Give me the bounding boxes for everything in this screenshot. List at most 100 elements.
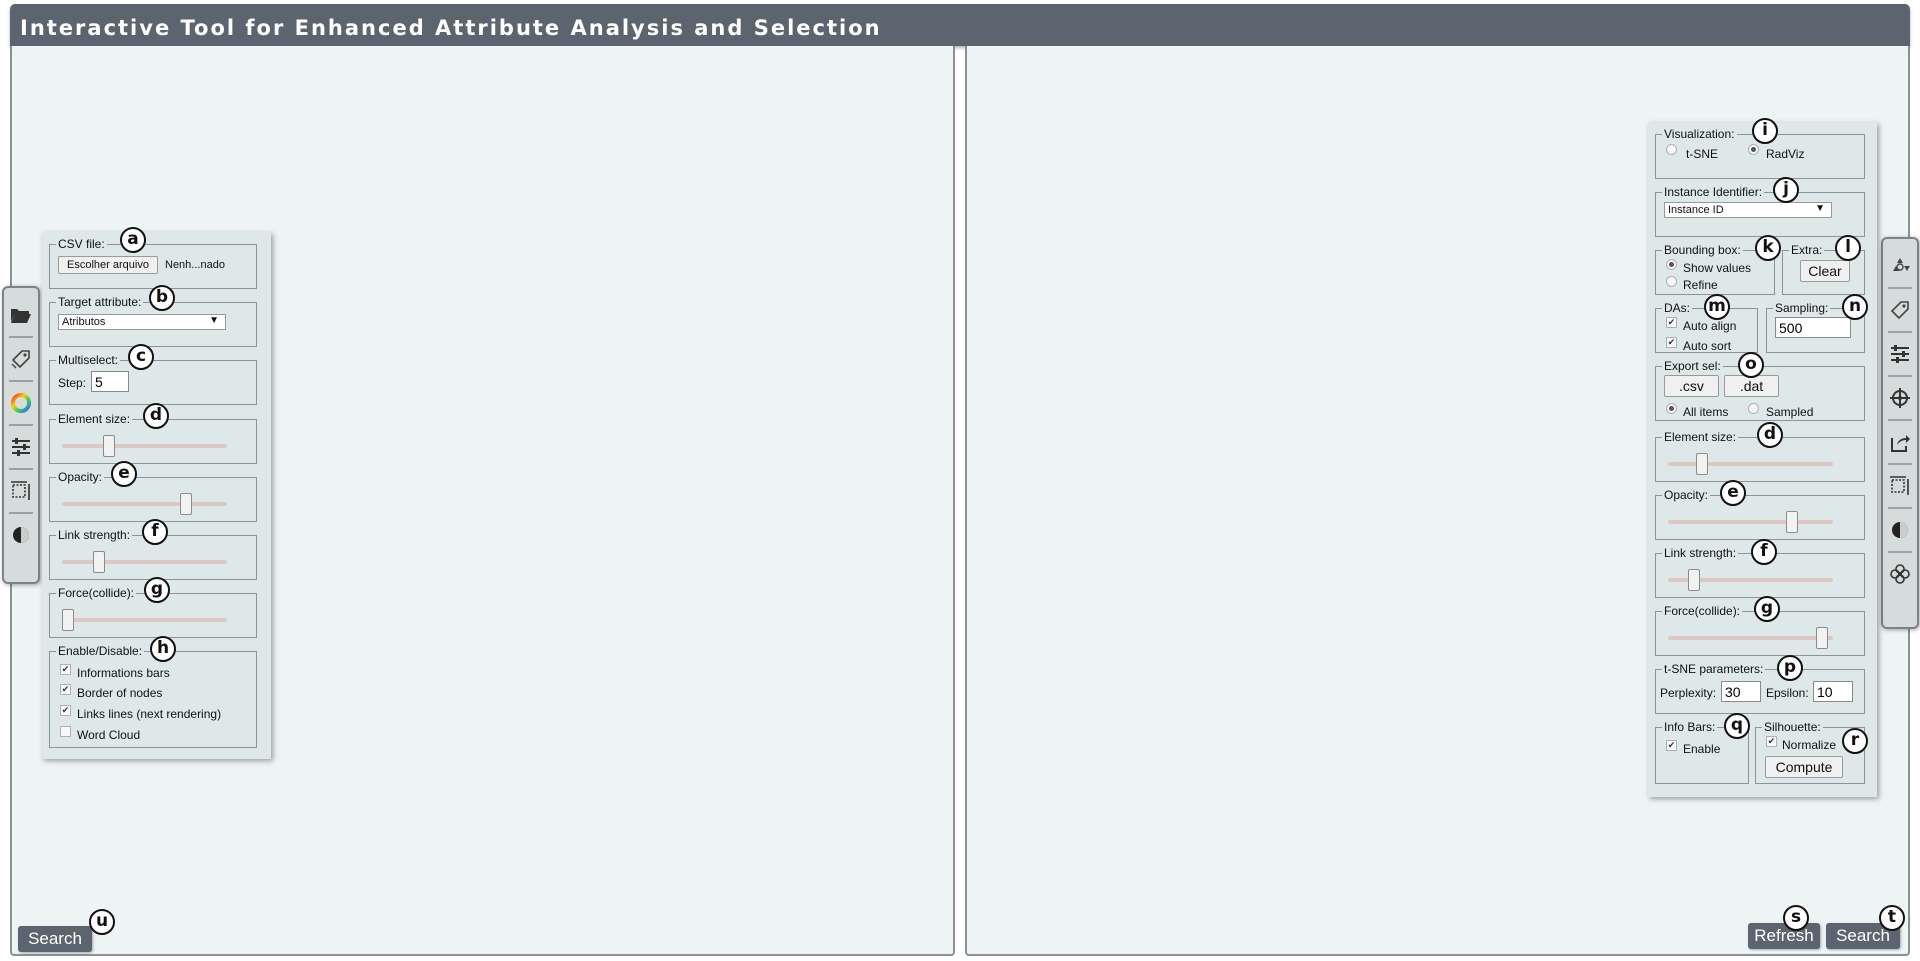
instance-identifier-legend: Instance Identifier: — [1664, 185, 1763, 199]
all-items-radio[interactable] — [1666, 403, 1677, 414]
normalize-checkbox[interactable]: ✔ — [1766, 736, 1777, 747]
color-wheel-icon[interactable] — [8, 390, 34, 416]
slider-handle[interactable] — [92, 551, 105, 573]
refresh-button[interactable]: Refresh — [1748, 923, 1820, 949]
target-attribute-select[interactable]: Atributos ▼ — [58, 314, 226, 330]
info-bars-legend: Info Bars: — [1664, 720, 1716, 734]
tsne-parameters-legend: t-SNE parameters: — [1664, 662, 1764, 676]
show-values-label: Show values — [1683, 261, 1752, 275]
choose-file-button[interactable]: Escolher arquivo — [58, 256, 158, 274]
opacity-slider[interactable] — [62, 493, 227, 515]
tsne-label: t-SNE — [1686, 147, 1719, 161]
toolbar-divider — [1888, 551, 1912, 553]
left-control-panel: CSV file: Escolher arquivo Nenh...nado a… — [42, 227, 271, 759]
marker-q: q — [1724, 713, 1750, 739]
marker-e: e — [111, 461, 137, 487]
chevron-down-icon: ▼ — [1815, 203, 1825, 214]
auto-align-checkbox[interactable]: ✔ — [1666, 317, 1677, 328]
sliders-icon[interactable] — [8, 434, 34, 460]
marker-m: m — [1704, 294, 1730, 320]
folder-open-icon[interactable] — [8, 302, 34, 328]
word-cloud-checkbox[interactable] — [60, 726, 71, 737]
export-csv-button[interactable]: .csv — [1664, 375, 1719, 397]
auto-sort-checkbox[interactable]: ✔ — [1666, 337, 1677, 348]
border-of-nodes-checkbox[interactable]: ✔ — [60, 684, 71, 695]
toolbar-divider — [9, 336, 33, 338]
slider-handle[interactable] — [179, 493, 192, 515]
slider-handle[interactable] — [103, 435, 116, 457]
step-input[interactable] — [91, 371, 129, 392]
contrast-icon[interactable] — [8, 522, 34, 548]
sampling-input[interactable] — [1775, 317, 1851, 338]
resize-icon[interactable] — [8, 478, 34, 504]
marker-j: j — [1773, 177, 1799, 203]
target-attribute-value: Atributos — [62, 316, 106, 328]
left-search-button[interactable]: Search — [18, 926, 92, 952]
info-bars-enable-checkbox[interactable]: ✔ — [1666, 740, 1677, 751]
slider-handle[interactable] — [1816, 627, 1829, 649]
slider-handle[interactable] — [1695, 453, 1708, 475]
element-size-slider[interactable] — [62, 435, 227, 457]
slider-handle[interactable] — [1785, 511, 1798, 533]
refine-radio[interactable] — [1666, 276, 1677, 287]
sampling-legend: Sampling: — [1775, 301, 1829, 315]
bounding-box-legend: Bounding box: — [1664, 243, 1741, 257]
clear-button[interactable]: Clear — [1800, 260, 1850, 282]
element-size-legend: Element size: — [1664, 430, 1737, 444]
extra-legend: Extra: — [1791, 243, 1823, 257]
info-bars-enable-label: Enable — [1683, 742, 1721, 756]
marker-r: r — [1842, 728, 1868, 754]
link-strength-slider[interactable] — [62, 551, 227, 573]
border-of-nodes-label: Border of nodes — [77, 686, 163, 700]
opacity-group: Opacity: — [1655, 488, 1865, 540]
recycle-icon[interactable] — [1887, 253, 1913, 279]
crosshair-icon[interactable] — [1887, 385, 1913, 411]
slider-handle[interactable] — [62, 609, 74, 631]
toolbar-divider — [1888, 375, 1912, 377]
share-icon[interactable] — [1887, 429, 1913, 455]
sampled-radio[interactable] — [1748, 403, 1759, 414]
multiselect-legend: Multiselect: — [58, 353, 119, 367]
csv-file-legend: CSV file: — [58, 237, 105, 251]
marker-h: h — [150, 636, 176, 662]
radviz-radio[interactable] — [1748, 144, 1759, 155]
contrast-icon[interactable] — [1887, 517, 1913, 543]
opacity-slider[interactable] — [1668, 511, 1833, 533]
opacity-legend: Opacity: — [1664, 488, 1709, 502]
toolbar-divider — [9, 512, 33, 514]
links-lines-label: Links lines (next rendering) — [77, 707, 222, 721]
marker-s: s — [1783, 905, 1809, 931]
tag-icon[interactable] — [8, 346, 34, 372]
force-collide-slider[interactable] — [1668, 627, 1833, 649]
link-strength-legend: Link strength: — [1664, 546, 1737, 560]
instance-identifier-select[interactable]: Instance ID ▼ — [1664, 202, 1832, 218]
perplexity-input[interactable] — [1721, 681, 1761, 702]
toolbar-divider — [1888, 463, 1912, 465]
epsilon-input[interactable] — [1813, 681, 1853, 702]
sampled-label: Sampled — [1766, 405, 1814, 419]
tag-icon[interactable] — [1887, 297, 1913, 323]
tsne-radio[interactable] — [1666, 144, 1677, 155]
force-collide-slider[interactable] — [62, 609, 227, 631]
marker-g: g — [144, 577, 170, 603]
flower-icon[interactable] — [1887, 561, 1913, 587]
informations-bars-checkbox[interactable]: ✔ — [60, 664, 71, 675]
marker-u: u — [89, 909, 115, 935]
sliders-icon[interactable] — [1887, 341, 1913, 367]
element-size-slider[interactable] — [1668, 453, 1833, 475]
compute-button[interactable]: Compute — [1765, 756, 1843, 778]
opacity-group: Opacity: — [49, 470, 257, 522]
marker-d: d — [143, 403, 169, 429]
word-cloud-label: Word Cloud — [77, 728, 141, 742]
toolbar-divider — [1888, 331, 1912, 333]
marker-i: i — [1752, 118, 1778, 144]
link-strength-slider[interactable] — [1668, 569, 1833, 591]
force-collide-legend: Force(collide): — [58, 586, 135, 600]
slider-handle[interactable] — [1687, 569, 1700, 591]
marker-d: d — [1757, 422, 1783, 448]
export-dat-button[interactable]: .dat — [1724, 375, 1779, 397]
resize-icon[interactable] — [1887, 473, 1913, 499]
marker-l: l — [1835, 235, 1861, 261]
links-lines-checkbox[interactable]: ✔ — [60, 705, 71, 716]
show-values-radio[interactable] — [1666, 259, 1677, 270]
